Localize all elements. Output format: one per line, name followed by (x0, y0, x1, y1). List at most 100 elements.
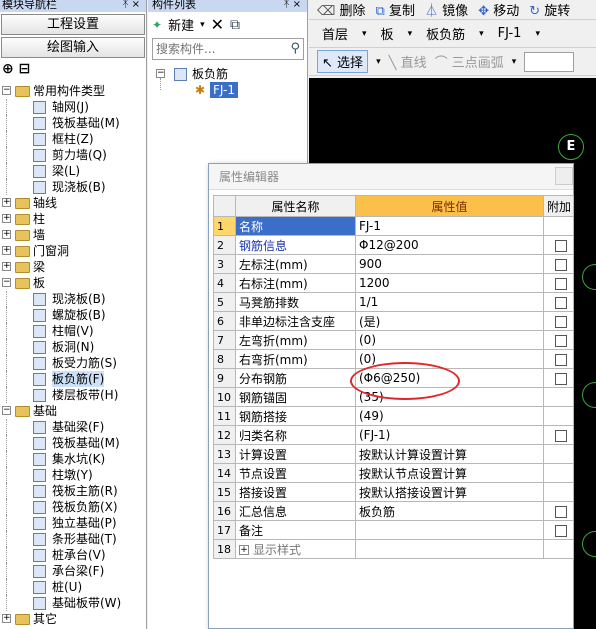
axis-marker-partial[interactable] (582, 382, 596, 408)
project-settings-button[interactable]: 工程设置 (1, 14, 145, 35)
property-row[interactable]: 12 归类名称 (FJ-1) (213, 425, 574, 445)
extra-cell[interactable] (543, 349, 574, 369)
extra-checkbox[interactable] (555, 372, 567, 385)
property-name[interactable]: 左标注(mm) (235, 254, 356, 274)
tree-category[interactable]: + 门窗洞 (0, 243, 146, 259)
tree-category[interactable]: + 墙 (0, 227, 146, 243)
tree-item[interactable]: 独立基础(P) (0, 515, 146, 531)
property-row[interactable]: 14 节点设置 按默认节点设置计算 (213, 463, 574, 483)
tree-category[interactable]: − 基础 (0, 403, 146, 419)
tree-item[interactable]: 筏板基础(M) (0, 115, 146, 131)
tree-item[interactable]: 基础板带(W) (0, 595, 146, 611)
collapse-icon[interactable]: − (2, 278, 11, 287)
expand-icon[interactable]: + (2, 230, 11, 239)
mirror-tool[interactable]: ⏃ 镜像 (425, 0, 468, 19)
extra-cell[interactable] (543, 273, 574, 293)
delete-tool[interactable]: ⌫ 删除 (317, 0, 366, 19)
tree-item[interactable]: 筏板主筋(R) (0, 483, 146, 499)
expand-icon[interactable]: + (2, 614, 11, 623)
property-row[interactable]: 3 左标注(mm) 900 (213, 254, 574, 274)
extra-cell[interactable] (543, 292, 574, 312)
pin-close-icons[interactable]: ᛡ × (283, 0, 301, 10)
property-row[interactable]: 17 备注 (213, 520, 574, 540)
tree-category[interactable]: + 柱 (0, 211, 146, 227)
extra-checkbox[interactable] (555, 296, 567, 309)
collapse-icon[interactable]: − (2, 406, 11, 415)
extra-checkbox[interactable] (555, 524, 567, 537)
select-tool-button[interactable]: ↖ 选择 (317, 50, 369, 73)
property-row[interactable]: 18 + 显示样式 (213, 539, 574, 559)
expand-icon[interactable]: + (239, 545, 249, 555)
property-value[interactable]: 1200 (355, 273, 544, 293)
tree-item[interactable]: 楼层板带(H) (0, 387, 146, 403)
dropdown-arrow-icon[interactable]: ▾ (376, 57, 381, 67)
property-value[interactable]: (是) (355, 311, 544, 331)
component-tree-item[interactable]: ✱ FJ-1 (148, 78, 308, 98)
extra-checkbox[interactable] (555, 505, 567, 518)
tree-item[interactable]: 梁(L) (0, 163, 146, 179)
component-tree-root[interactable]: − 板负筋 (148, 66, 308, 82)
extra-checkbox[interactable] (555, 353, 567, 366)
property-name[interactable]: 汇总信息 (235, 501, 356, 521)
tree-item[interactable]: 剪力墙(Q) (0, 147, 146, 163)
property-name[interactable]: 分布钢筋 (235, 368, 356, 388)
axis-marker-partial[interactable] (582, 531, 596, 557)
tree-category[interactable]: − 板 (0, 275, 146, 291)
property-name[interactable]: 左弯折(mm) (235, 330, 356, 350)
extra-cell[interactable] (543, 520, 574, 540)
property-value[interactable]: (49) (355, 406, 544, 426)
extra-cell[interactable] (543, 501, 574, 521)
property-name[interactable]: 右弯折(mm) (235, 349, 356, 369)
property-name[interactable]: 马凳筋排数 (235, 292, 356, 312)
property-name[interactable]: 非单边标注含支座 (235, 311, 356, 331)
property-value[interactable]: (0) (355, 330, 544, 350)
property-value[interactable]: 按默认节点设置计算 (355, 463, 544, 483)
tree-item[interactable]: 承台梁(F) (0, 563, 146, 579)
copy-component-icon[interactable]: ⧉ (230, 17, 240, 33)
extra-checkbox[interactable] (555, 258, 567, 271)
extra-checkbox[interactable] (555, 334, 567, 347)
close-icon[interactable] (555, 167, 573, 185)
tree-item[interactable]: 集水坑(K) (0, 451, 146, 467)
property-name[interactable]: 节点设置 (235, 463, 356, 483)
property-row[interactable]: 15 搭接设置 按默认搭接设置计算 (213, 482, 574, 502)
extra-cell[interactable] (543, 425, 574, 445)
component-search-input[interactable] (153, 39, 283, 59)
extra-cell[interactable] (543, 311, 574, 331)
property-row[interactable]: 1 名称 FJ-1 (213, 216, 574, 236)
property-row[interactable]: 5 马凳筋排数 1/1 (213, 292, 574, 312)
tree-category[interactable]: + 其它 (0, 611, 146, 627)
tree-category[interactable]: + 轴线 (0, 195, 146, 211)
tree-item[interactable]: 柱帽(V) (0, 323, 146, 339)
tree-item[interactable]: 条形基础(T) (0, 531, 146, 547)
tree-item[interactable]: 板受力筋(S) (0, 355, 146, 371)
extra-cell[interactable] (543, 254, 574, 274)
new-component-button[interactable]: 新建 (168, 15, 194, 34)
tree-category[interactable]: + 梁 (0, 259, 146, 275)
extra-checkbox[interactable] (555, 315, 567, 328)
property-name[interactable]: 备注 (235, 520, 356, 540)
property-row[interactable]: 2 钢筋信息 Φ12@200 (213, 235, 574, 255)
property-row[interactable]: 11 钢筋搭接 (49) (213, 406, 574, 426)
axis-marker-e[interactable]: E (558, 134, 584, 160)
property-name[interactable]: 归类名称 (235, 425, 356, 445)
copy-tool[interactable]: ⧉ 复制 (376, 0, 415, 19)
expand-icon[interactable]: + (2, 262, 11, 271)
component-search-box[interactable]: ⚲ (152, 38, 304, 60)
tree-item[interactable]: 现浇板(B) (0, 179, 146, 195)
property-name[interactable]: 钢筋锚固 (235, 387, 356, 407)
property-value[interactable]: 1/1 (355, 292, 544, 312)
extra-cell[interactable] (543, 235, 574, 255)
tree-item[interactable]: 框柱(Z) (0, 131, 146, 147)
extra-cell[interactable] (543, 330, 574, 350)
tree-item[interactable]: 筏板基础(M) (0, 435, 146, 451)
arc-tool-button[interactable]: ⌒ 三点画弧 (435, 52, 504, 71)
expand-icon[interactable]: + (2, 214, 11, 223)
extra-checkbox[interactable] (555, 277, 567, 290)
dropdown-arrow-icon[interactable]: ▾ (512, 57, 517, 67)
property-value[interactable]: 板负筋 (355, 501, 544, 521)
property-value[interactable]: 按默认搭接设置计算 (355, 482, 544, 502)
extra-checkbox[interactable] (555, 429, 567, 442)
property-value[interactable]: (FJ-1) (355, 425, 544, 445)
expand-collapse-tools[interactable]: ⊕ ⊟ (0, 58, 146, 80)
